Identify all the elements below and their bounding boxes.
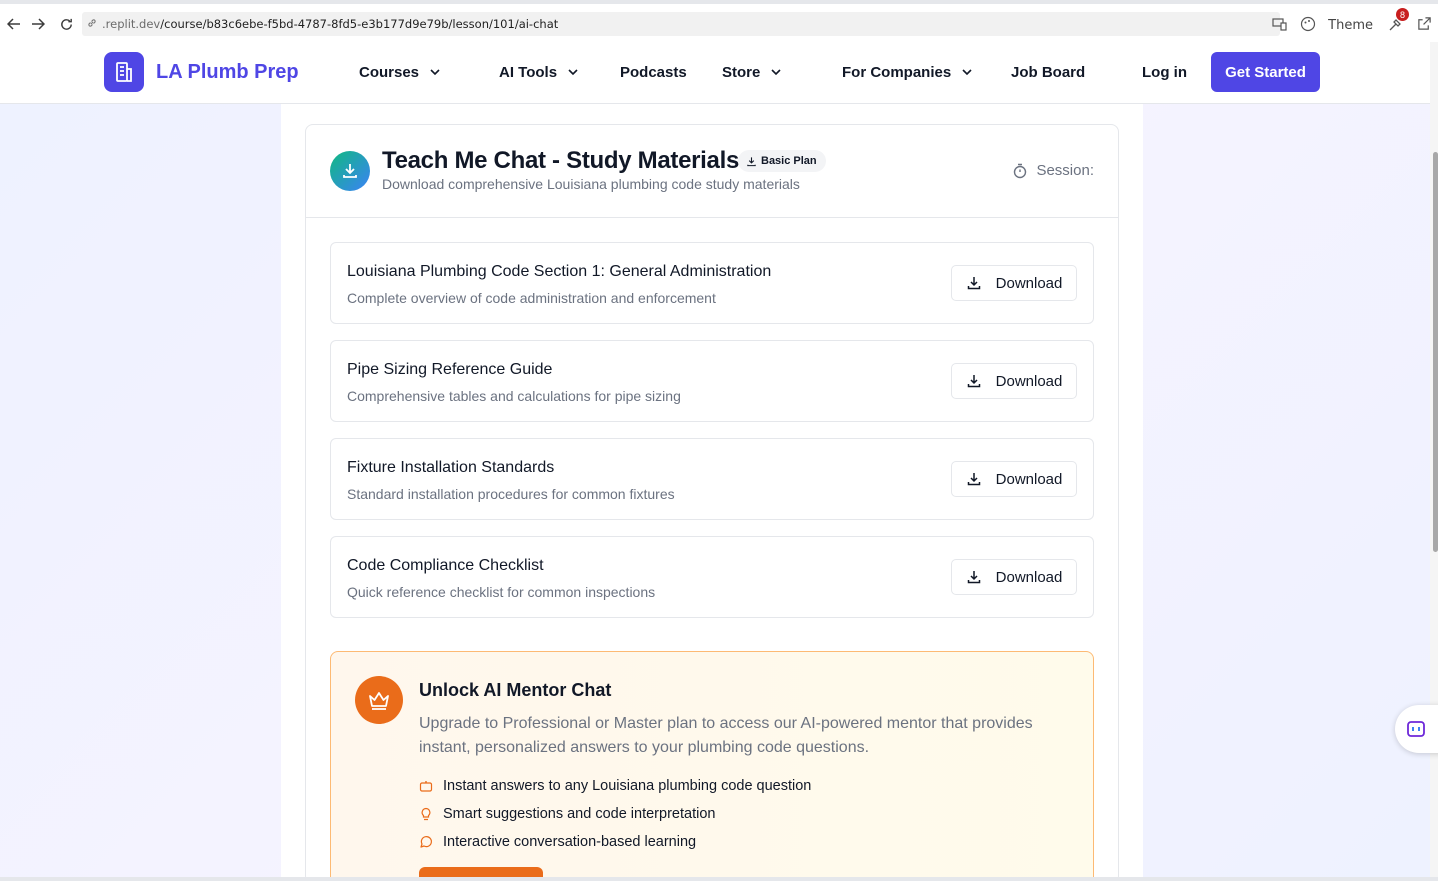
forward-arrow-icon[interactable]: [24, 10, 52, 38]
window-bottom-border: [0, 877, 1438, 881]
material-item: Code Compliance Checklist Quick referenc…: [330, 536, 1094, 618]
nav-courses[interactable]: Courses: [359, 64, 445, 81]
download-icon: [967, 571, 980, 584]
link-icon: [86, 17, 102, 32]
scrollbar-thumb[interactable]: [1433, 152, 1438, 552]
download-button[interactable]: Download: [951, 461, 1077, 497]
material-description: Complete overview of code administration…: [347, 290, 716, 306]
material-item: Pipe Sizing Reference Guide Comprehensiv…: [330, 340, 1094, 422]
material-description: Standard installation procedures for com…: [347, 486, 675, 502]
lightbulb-icon: [421, 807, 431, 821]
plan-badge-label: Basic Plan: [761, 155, 817, 167]
login-label: Log in: [1142, 64, 1187, 81]
nav-ai-tools-label: AI Tools: [499, 64, 558, 81]
material-title: Louisiana Plumbing Code Section 1: Gener…: [347, 263, 772, 280]
nav-podcasts-label: Podcasts: [620, 64, 687, 81]
open-external-icon[interactable]: [1417, 16, 1432, 34]
nav-for-companies-label: For Companies: [842, 64, 952, 81]
download-icon: [967, 277, 980, 290]
download-icon: [967, 375, 980, 388]
download-label: Download: [995, 470, 1063, 488]
upgrade-callout: Unlock AI Mentor Chat Upgrade to Profess…: [330, 651, 1094, 881]
browser-toolbar: .replit.dev/course/b83c6ebe-f5bd-4787-8f…: [0, 0, 1438, 42]
download-icon: [747, 156, 756, 166]
material-item: Louisiana Plumbing Code Section 1: Gener…: [330, 242, 1094, 324]
page-subtitle: Download comprehensive Louisiana plumbin…: [382, 176, 800, 192]
devices-icon[interactable]: [1272, 16, 1288, 35]
feature-item: Interactive conversation-based learning: [419, 834, 696, 850]
session-timer: Session:: [1012, 162, 1094, 179]
feature-text: Interactive conversation-based learning: [443, 834, 697, 850]
download-label: Download: [995, 372, 1063, 390]
nav-podcasts[interactable]: Podcasts: [620, 64, 687, 81]
nav-for-companies[interactable]: For Companies: [842, 64, 977, 81]
material-description: Comprehensive tables and calculations fo…: [347, 388, 681, 404]
download-label: Download: [995, 274, 1063, 292]
brand-logo[interactable]: LA Plumb Prep: [104, 52, 299, 92]
chevron-down-icon: [771, 68, 781, 75]
url-path: /course/b83c6ebe-f5bd-4787-8fd5-e3b177d9…: [160, 17, 559, 31]
nav-store[interactable]: Store: [722, 64, 786, 81]
nav-job-board[interactable]: Job Board: [1011, 64, 1085, 81]
download-label: Download: [995, 568, 1063, 586]
chevron-down-icon: [430, 68, 440, 75]
upgrade-description: Upgrade to Professional or Master plan t…: [419, 715, 1033, 756]
study-materials-card: Teach Me Chat - Study Materials Basic Pl…: [305, 124, 1119, 881]
message-circle-icon: [420, 836, 432, 848]
site-header: LA Plumb Prep Courses AI Tools Podcasts …: [0, 42, 1430, 104]
assistant-widget-button[interactable]: [1395, 705, 1438, 753]
url-domain: .replit.dev: [102, 17, 161, 31]
reload-icon[interactable]: [52, 10, 80, 38]
feature-text: Instant answers to any Louisiana plumbin…: [443, 778, 812, 794]
extensions-badge: 8: [1396, 8, 1409, 21]
bot-icon: [419, 781, 433, 792]
nav-store-label: Store: [722, 64, 761, 81]
download-button[interactable]: Download: [951, 265, 1077, 301]
browser-actions: Theme 8: [1272, 8, 1438, 38]
nav-ai-tools[interactable]: AI Tools: [499, 64, 583, 81]
building-icon: [104, 52, 144, 92]
material-title: Pipe Sizing Reference Guide: [347, 361, 553, 378]
material-title: Code Compliance Checklist: [347, 557, 544, 574]
plan-badge: Basic Plan: [738, 150, 826, 172]
download-icon: [330, 151, 370, 191]
palette-icon[interactable]: [1300, 16, 1316, 35]
timer-icon: [1014, 163, 1027, 178]
crown-icon: [355, 676, 403, 724]
theme-button[interactable]: Theme: [1328, 18, 1373, 33]
session-label: Session:: [1036, 162, 1094, 179]
brand-name: LA Plumb Prep: [156, 60, 299, 83]
assistant-icon: [1407, 721, 1425, 737]
upgrade-title: Unlock AI Mentor Chat: [419, 680, 612, 700]
get-started-button[interactable]: Get Started: [1211, 52, 1320, 92]
nav-job-board-label: Job Board: [1011, 64, 1086, 81]
feature-item: Instant answers to any Louisiana plumbin…: [419, 778, 811, 794]
material-item: Fixture Installation Standards Standard …: [330, 438, 1094, 520]
page-title: Teach Me Chat - Study Materials: [382, 147, 740, 174]
feature-text: Smart suggestions and code interpretatio…: [443, 806, 716, 822]
extensions-icon[interactable]: 8: [1385, 8, 1409, 35]
login-link[interactable]: Log in: [1142, 64, 1187, 81]
chevron-down-icon: [568, 68, 578, 75]
nav-courses-label: Courses: [359, 64, 420, 81]
material-description: Quick reference checklist for common ins…: [347, 584, 656, 600]
download-button[interactable]: Download: [951, 559, 1077, 595]
download-button[interactable]: Download: [951, 363, 1077, 399]
address-bar[interactable]: .replit.dev/course/b83c6ebe-f5bd-4787-8f…: [82, 12, 1280, 36]
download-icon: [967, 473, 980, 486]
material-title: Fixture Installation Standards: [347, 459, 555, 476]
feature-item: Smart suggestions and code interpretatio…: [419, 806, 715, 822]
chevron-down-icon: [962, 68, 972, 75]
card-header: Teach Me Chat - Study Materials Basic Pl…: [306, 125, 1118, 218]
